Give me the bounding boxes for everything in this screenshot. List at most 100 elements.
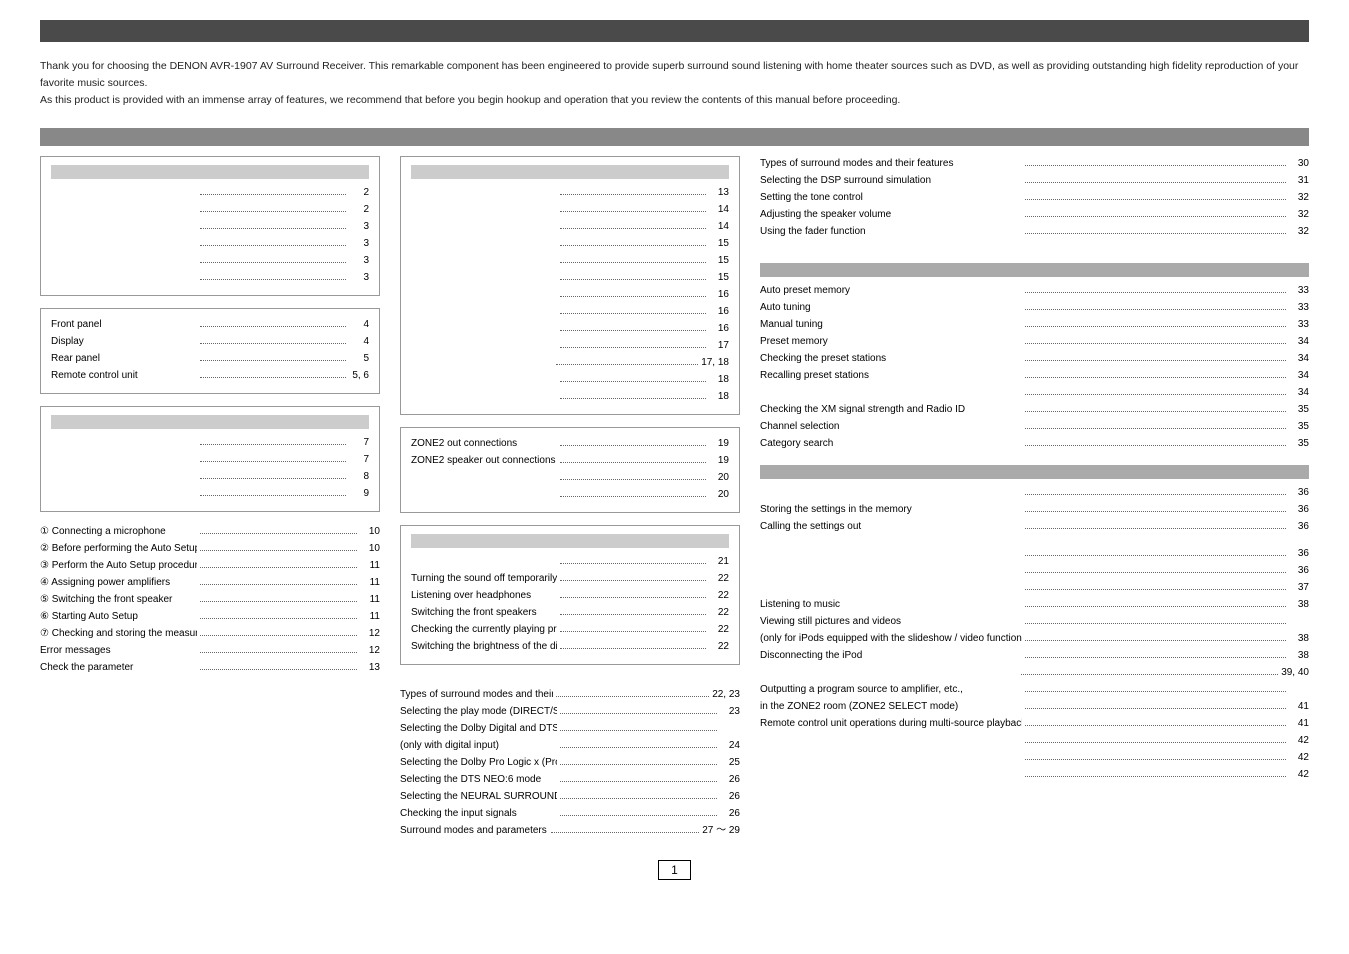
toc-box-3: 7 7 8 9 [40,406,380,512]
toc-entry-blank2: 36 [760,485,1309,500]
toc-entry-store-settings: Storing the settings in the memory 36 [760,502,1309,517]
toc-entry-surround-params: Surround modes and parameters 27 ～ 29 [400,823,740,838]
right-section-3: 36 Storing the settings in the memory 36… [760,465,1309,782]
toc-entry-ipod-slideshow: (only for iPods equipped with the slides… [760,631,1309,646]
intro-line2: As this product is provided with an imme… [40,92,1309,109]
toc-box-3-title [51,415,369,429]
intro-line1: Thank you for choosing the DENON AVR-190… [40,58,1309,92]
right-section-1: Types of surround modes and their featur… [760,156,1309,239]
toc-entry-view-pics: Viewing still pictures and videos [760,614,1309,629]
toc-entry-blank6: 39, 40 [760,665,1309,680]
toc-box-2: Front panel 4 Display 4 Rear panel 5 Rem… [40,308,380,394]
intro-section: Thank you for choosing the DENON AVR-190… [40,58,1309,108]
toc-entry-play-mode: Selecting the play mode (DIRECT/STEREO) … [400,704,740,719]
toc-entry-blank4: 36 [760,563,1309,578]
header-bar [40,20,1309,42]
toc-entry-switch-front: ⑤ Switching the front speaker 11 [40,592,380,607]
toc-entry-tone: Setting the tone control 32 [760,190,1309,205]
toc-box-1-title [51,165,369,179]
toc-entry-perform-auto-setup: ③ Perform the Auto Setup procedure 11 [40,558,380,573]
toc-entry-front-panel: Front panel 4 [51,317,369,332]
toc-entry: 8 [51,469,369,484]
toc-entry-blank: 34 [760,385,1309,400]
toc-entry-neural: Selecting the NEURAL SURROUND mode 26 [400,789,740,804]
toc-entry: 18 [411,372,729,387]
toc-entry-zone2-select: in the ZONE2 room (ZONE2 SELECT mode) 41 [760,699,1309,714]
middle-toc-box-1: 13 14 14 15 15 15 16 16 16 17 17, 18 18 … [400,156,740,415]
toc-entry-blank7: 42 [760,733,1309,748]
toc-entry-auto-preset: Auto preset memory 33 [760,283,1309,298]
toc-entry: 14 [411,202,729,217]
middle-column: 13 14 14 15 15 15 16 16 16 17 17, 18 18 … [400,156,740,840]
toc-entry-blank9: 42 [760,767,1309,782]
toc-entry: 16 [411,304,729,319]
toc-entry-category-search: Category search 35 [760,436,1309,451]
toc-entry-muting: Turning the sound off temporarily (MUTIN… [411,571,729,586]
toc-box-4: ① Connecting a microphone 10 ② Before pe… [40,524,380,675]
toc-entry-check-input: Checking the input signals 26 [400,806,740,821]
middle-toc-box-1-title [411,165,729,179]
toc-entry-dts-neo: Selecting the DTS NEO:6 mode 26 [400,772,740,787]
toc-entry-rear-panel: Rear panel 5 [51,351,369,366]
toc-entry-surround-types-r: Types of surround modes and their featur… [760,156,1309,171]
toc-entry-manual-tuning: Manual tuning 33 [760,317,1309,332]
toc-box-1: 2 2 3 3 3 [40,156,380,296]
toc-entry-remote-multi: Remote control unit operations during mu… [760,716,1309,731]
toc-entry: 3 [51,270,369,285]
toc-entry-brightness: Switching the brightness of the display … [411,639,729,654]
toc-entry-call-settings: Calling the settings out 36 [760,519,1309,534]
toc-entry-output-prog: Outputting a program source to amplifier… [760,682,1309,697]
right-column: Types of surround modes and their featur… [760,156,1309,840]
toc-entry: 15 [411,253,729,268]
toc-entry-channel-sel: Channel selection 35 [760,419,1309,434]
toc-entry-spk-vol: Adjusting the speaker volume 32 [760,207,1309,222]
toc-entry-surround-types: Types of surround modes and their featur… [400,687,740,702]
toc-entry-pro-logic: Selecting the Dolby Pro Logic x (Pro Log… [400,755,740,770]
toc-entry-display: Display 4 [51,334,369,349]
toc-entry-disconnect-ipod: Disconnecting the iPod 38 [760,648,1309,663]
toc-entry: 18 [411,389,729,404]
toc-entry-blank5: 37 [760,580,1309,595]
toc-entry: 13 [411,185,729,200]
toc-entry-start-auto: ⑥ Starting Auto Setup 11 [40,609,380,624]
toc-entry-dolby-dts: Selecting the Dolby Digital and DTS Surr… [400,721,740,736]
toc-entry: 21 [411,554,729,569]
toc-entry: 3 [51,253,369,268]
toc-entry-dsp: Selecting the DSP surround simulation 31 [760,173,1309,188]
section-bar-main [40,128,1309,146]
toc-entry-remote: Remote control unit 5, 6 [51,368,369,383]
toc-entry-error-msg: Error messages 12 [40,643,380,658]
toc-entry-recall-preset: Recalling preset stations 34 [760,368,1309,383]
toc-entry-zone2-out: ZONE2 out connections 19 [411,436,729,451]
toc-entry: 7 [51,452,369,467]
toc-entry: 3 [51,219,369,234]
right-section-2: Auto preset memory 33 Auto tuning 33 Man… [760,263,1309,451]
toc-entry-auto-tuning: Auto tuning 33 [760,300,1309,315]
right-section-3-bar [760,465,1309,479]
toc-entry-zone2-speaker: ZONE2 speaker out connections 19 [411,453,729,468]
right-section-2-bar [760,263,1309,277]
content-area: 2 2 3 3 3 [40,156,1309,840]
toc-entry: 16 [411,287,729,302]
toc-entry: 14 [411,219,729,234]
toc-entry-check-store: ⑦ Checking and storing the measurement r… [40,626,380,641]
toc-entry-xm-signal: Checking the XM signal strength and Radi… [760,402,1309,417]
middle-surround-section: Types of surround modes and their featur… [400,687,740,838]
toc-entry: 17, 18 [411,355,729,370]
toc-entry-before-auto-setup: ② Before performing the Auto Setup proce… [40,541,380,556]
page-number: 1 [658,860,691,880]
middle-toc-box-2: ZONE2 out connections 19 ZONE2 speaker o… [400,427,740,513]
toc-entry: 2 [51,185,369,200]
toc-entry-headphones: Listening over headphones 22 [411,588,729,603]
toc-entry: 7 [51,435,369,450]
toc-entry-switch-front-spk: Switching the front speakers 22 [411,605,729,620]
toc-entry-preset-mem: Preset memory 34 [760,334,1309,349]
toc-entry-blank3: 36 [760,546,1309,561]
toc-entry-listen-music: Listening to music 38 [760,597,1309,612]
toc-entry-digital-input: (only with digital input) 24 [400,738,740,753]
toc-entry: 9 [51,486,369,501]
toc-entry: 15 [411,270,729,285]
toc-entry: 3 [51,236,369,251]
toc-entry-check-prog: Checking the currently playing program s… [411,622,729,637]
toc-entry: 17 [411,338,729,353]
